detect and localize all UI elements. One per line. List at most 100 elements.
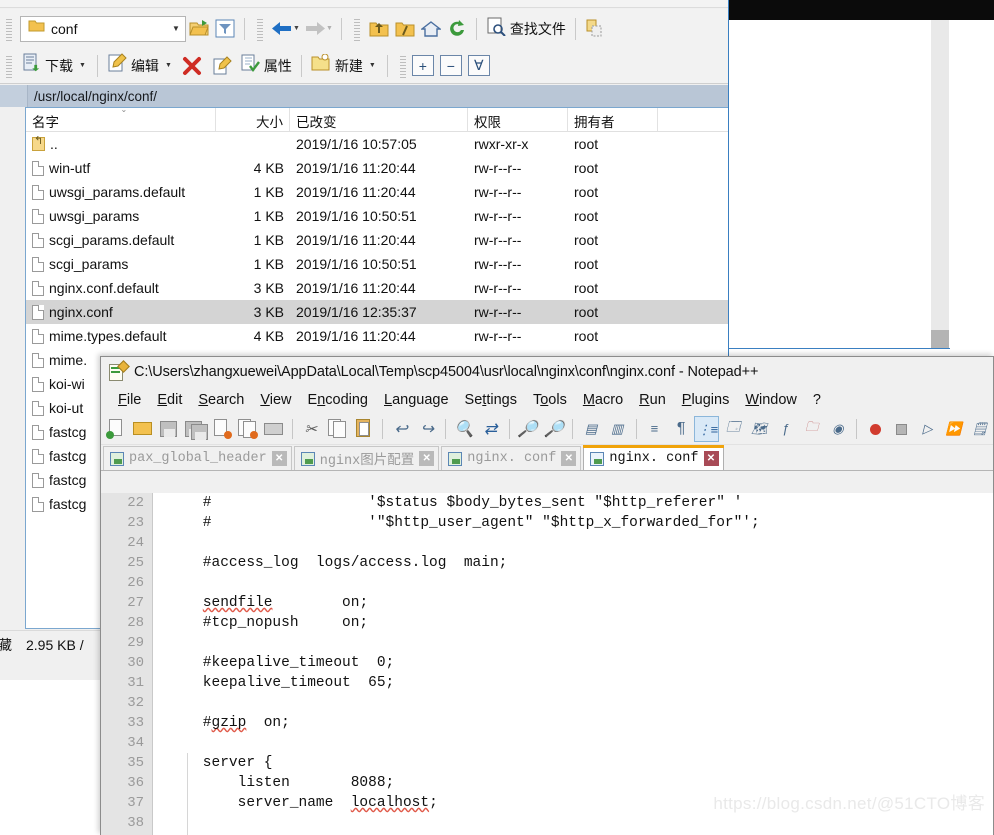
menu-plugins[interactable]: Plugins [674,392,738,408]
document-tab[interactable]: nginx图片配置 ✕ [293,446,440,470]
stop-macro-icon[interactable] [888,416,913,442]
undo-icon[interactable]: ↩ [388,416,413,442]
menu-settings[interactable]: Settings [457,392,525,408]
close-icon[interactable]: ✕ [419,451,435,466]
redo-icon[interactable]: ↪ [414,416,439,442]
menu-view[interactable]: View [252,392,299,408]
edit-button[interactable]: 编辑 ▼ [104,52,177,80]
address-bar[interactable]: /usr/local/nginx/conf/ [0,85,729,107]
close-icon[interactable]: ✕ [271,451,287,466]
filter-icon[interactable] [212,16,238,42]
background-panel-scrollbar[interactable] [931,20,949,348]
close-icon[interactable]: ✕ [561,451,577,466]
copy-icon[interactable] [325,416,350,442]
table-row[interactable]: nginx.conf.default 3 KB 2019/1/16 11:20:44… [26,276,729,300]
code-editor[interactable]: 222324252627282930313233343536373839 # '… [101,493,993,835]
notepadpp-title-bar[interactable]: C:\Users\zhangxuewei\AppData\Local\Temp\… [101,357,993,387]
select-add-button[interactable]: + [411,55,434,76]
download-button[interactable]: 下载 ▼ [18,52,91,80]
table-row[interactable]: mime.types.default 4 KB 2019/1/16 11:20:44… [26,324,729,348]
document-tab[interactable]: nginx. conf ✕ [583,445,724,470]
paste-icon[interactable] [351,416,376,442]
column-header-name[interactable]: 名字 ⌄ [26,105,216,131]
new-dropdown-icon[interactable]: ▼ [369,62,376,69]
record-macro-icon[interactable] [862,416,887,442]
chevron-down-icon[interactable]: ▼ [167,24,185,33]
code-line[interactable]: #tcp_nopush on; [168,613,993,633]
monitoring-icon[interactable]: ◉ [825,416,850,442]
menu-window[interactable]: Window [737,392,805,408]
parent-folder-icon[interactable] [366,16,392,42]
menu-macro[interactable]: Macro [575,392,631,408]
back-icon[interactable] [269,16,295,42]
zoom-out-icon[interactable]: 🔎 [541,416,566,442]
table-row[interactable]: nginx.conf 3 KB 2019/1/16 12:35:37 rw-r--r-… [26,300,729,324]
document-tab[interactable]: pax_global_header ✕ [103,446,292,470]
code-line[interactable]: server { [168,753,993,773]
column-header-owner[interactable]: 拥有者 [568,108,658,131]
cut-icon[interactable]: ✂ [298,416,323,442]
download-dropdown-icon[interactable]: ▼ [79,62,86,69]
menu-tools[interactable]: Tools [525,392,575,408]
close-file-icon[interactable] [209,416,234,442]
indent-guideline-icon[interactable]: ⋮≡ [693,415,720,442]
table-row[interactable]: scgi_params 1 KB 2019/1/16 10:50:51 rw-r--r… [26,252,729,276]
replace-icon[interactable]: ⇄ [478,416,503,442]
code-line[interactable]: keepalive_timeout 65; [168,673,993,693]
code-line[interactable] [168,533,993,553]
queue-icon[interactable] [582,16,608,42]
play-macro-icon[interactable]: ▷ [915,416,940,442]
column-header-permissions[interactable]: 权限 [468,108,568,131]
table-row[interactable]: scgi_params.default 1 KB 2019/1/16 11:20:4… [26,228,729,252]
menu-language[interactable]: Language [376,392,457,408]
toolbar-grip-2[interactable] [257,16,265,41]
root-folder-icon[interactable] [392,16,418,42]
path-combo[interactable]: conf ▼ [20,15,186,42]
open-folder-icon[interactable] [186,16,212,42]
table-row[interactable]: win-utf 4 KB 2019/1/16 11:20:44 rw-r--r-- ro… [26,156,729,180]
new-file-icon[interactable] [104,416,129,442]
document-tab[interactable]: nginx. conf ✕ [441,446,582,470]
zoom-in-icon[interactable]: 🔎 [515,416,540,442]
menu-edit[interactable]: Edit [149,392,190,408]
function-list-icon[interactable]: ƒ [773,416,798,442]
select-invert-button[interactable]: ∀ [467,55,490,76]
find-files-button[interactable]: 查找文件 [483,15,569,43]
print-icon[interactable] [261,416,286,442]
column-header-size[interactable]: 大小 [216,108,290,131]
close-icon[interactable]: ✕ [703,451,719,466]
table-row[interactable]: uwsgi_params.default 1 KB 2019/1/16 11:20:… [26,180,729,204]
run-dialog-icon[interactable]: 🗒 [967,416,992,442]
toolbar-grip-4[interactable] [6,53,14,78]
menu-search[interactable]: Search [190,392,252,408]
user-defined-dialog-icon[interactable]: 🗔 [720,416,745,442]
menu-help[interactable]: ? [805,392,829,408]
folder-as-workspace-icon[interactable]: 🗀 [799,416,824,442]
delete-icon[interactable] [177,53,207,79]
select-remove-button[interactable]: − [439,55,462,76]
code-line[interactable]: #gzip on; [168,713,993,733]
close-all-icon[interactable] [235,416,260,442]
sync-vertical-icon[interactable]: ▤ [578,416,603,442]
sync-horizontal-icon[interactable]: ▥ [604,416,629,442]
toolbar-grip-1[interactable] [6,16,14,41]
home-icon[interactable] [418,16,444,42]
code-line[interactable]: sendfile on; [168,593,993,613]
edit-dropdown-icon[interactable]: ▼ [165,62,172,69]
toolbar-grip-5[interactable] [399,53,408,78]
menu-file[interactable]: File [110,392,149,408]
code-line[interactable] [168,733,993,753]
table-row[interactable]: uwsgi_params 1 KB 2019/1/16 10:50:51 rw-r--… [26,204,729,228]
find-icon[interactable]: 🔍 [451,416,476,442]
play-multiple-icon[interactable]: ⏩ [941,416,966,442]
code-line[interactable]: # '$status $body_bytes_sent "$http_refer… [168,493,993,513]
document-map-icon[interactable]: 🗺 [746,416,771,442]
save-icon[interactable] [156,416,181,442]
menu-encoding[interactable]: Encoding [300,392,376,408]
table-row[interactable]: .. 2019/1/16 10:57:05 rwxr-xr-x root [26,132,729,156]
word-wrap-icon[interactable]: ≡ [641,416,666,442]
rename-icon[interactable] [207,53,237,79]
show-all-chars-icon[interactable]: ¶ [668,416,693,442]
code-line[interactable] [168,633,993,653]
code-line[interactable]: # '"$http_user_agent" "$http_x_forwarded… [168,513,993,533]
